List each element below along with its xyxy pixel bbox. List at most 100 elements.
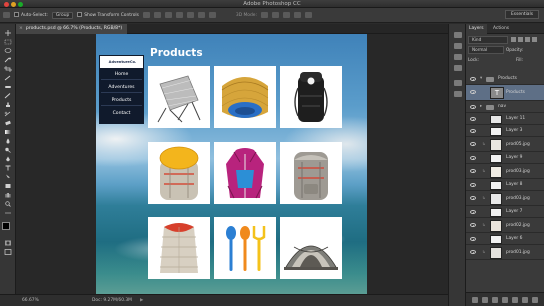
show-transform-checkbox[interactable] bbox=[77, 12, 83, 17]
layer-row[interactable]: Layer 8 bbox=[466, 180, 544, 191]
delete-layer-icon[interactable] bbox=[532, 297, 538, 303]
layer-row[interactable]: ↳ prod01.jpg bbox=[466, 246, 544, 260]
eraser-tool-icon[interactable] bbox=[4, 120, 12, 126]
align-left-icon[interactable] bbox=[175, 12, 183, 18]
layer-filter-icons[interactable] bbox=[510, 36, 542, 44]
visibility-eye-icon[interactable] bbox=[470, 196, 476, 200]
quick-mask-icon[interactable] bbox=[4, 240, 12, 246]
blur-tool-icon[interactable] bbox=[4, 138, 12, 144]
layer-row[interactable]: Layer 6 bbox=[466, 234, 544, 245]
visibility-eye-icon[interactable] bbox=[470, 223, 476, 227]
filter-type-icon[interactable] bbox=[525, 37, 530, 42]
layer-row[interactable]: Layer 11 bbox=[466, 114, 544, 125]
gradient-tool-icon[interactable] bbox=[4, 129, 12, 135]
align-center-icon[interactable] bbox=[186, 12, 194, 18]
blend-mode-select[interactable]: Normal bbox=[468, 46, 504, 54]
3d-slide-icon[interactable] bbox=[293, 12, 301, 18]
new-group-icon[interactable] bbox=[512, 297, 518, 303]
visibility-eye-icon[interactable] bbox=[470, 156, 476, 160]
close-tab-icon[interactable]: × bbox=[19, 26, 23, 31]
crop-tool-icon[interactable] bbox=[4, 66, 12, 72]
type-tool-icon[interactable] bbox=[4, 165, 12, 171]
visibility-eye-icon[interactable] bbox=[470, 250, 476, 254]
dodge-tool-icon[interactable] bbox=[4, 147, 12, 153]
history-brush-tool-icon[interactable] bbox=[4, 111, 12, 117]
tab-actions[interactable]: Actions bbox=[490, 24, 512, 34]
layer-row[interactable]: ↳ prod03.jpg bbox=[466, 192, 544, 206]
edit-toolbar-icon[interactable] bbox=[4, 210, 12, 216]
new-layer-icon[interactable] bbox=[522, 297, 528, 303]
paragraph-panel-icon[interactable] bbox=[454, 65, 462, 71]
align-bottom-icon[interactable] bbox=[164, 12, 172, 18]
filter-pixel-icon[interactable] bbox=[511, 37, 516, 42]
filter-adjustment-icon[interactable] bbox=[518, 37, 523, 42]
history-panel-icon[interactable] bbox=[454, 32, 462, 38]
visibility-eye-icon[interactable] bbox=[470, 105, 476, 109]
layer-style-icon[interactable] bbox=[482, 297, 488, 303]
zoom-tool-icon[interactable] bbox=[4, 201, 12, 207]
layer-row[interactable]: ↳ prod02.jpg bbox=[466, 219, 544, 233]
layer-row[interactable]: Layer 9 bbox=[466, 153, 544, 164]
clone-stamp-tool-icon[interactable] bbox=[4, 102, 12, 108]
layer-row[interactable]: Layer 7 bbox=[466, 207, 544, 218]
document-tab[interactable]: × products.psd @ 66.7% (Products, RGB/8*) bbox=[16, 24, 128, 34]
styles-panel-icon[interactable] bbox=[454, 91, 462, 97]
rectangle-tool-icon[interactable] bbox=[4, 183, 12, 189]
document-canvas[interactable]: AdventureCo. Home Adventures Products Co… bbox=[96, 34, 367, 294]
lasso-tool-icon[interactable] bbox=[4, 48, 12, 54]
properties-panel-icon[interactable] bbox=[454, 43, 462, 49]
layer-filter-kind[interactable]: Kind bbox=[468, 36, 508, 44]
quick-select-tool-icon[interactable] bbox=[4, 57, 12, 63]
visibility-eye-icon[interactable] bbox=[470, 210, 476, 214]
eyedropper-tool-icon[interactable] bbox=[4, 75, 12, 81]
auto-select-option[interactable]: Auto-Select: bbox=[14, 12, 48, 18]
visibility-eye-icon[interactable] bbox=[470, 169, 476, 173]
distribute-icon[interactable] bbox=[208, 12, 216, 18]
disclosure-triangle-icon[interactable]: ▸ bbox=[480, 104, 482, 109]
character-panel-icon[interactable] bbox=[454, 54, 462, 60]
layer-row[interactable]: Layer 3 bbox=[466, 126, 544, 137]
show-transform-option[interactable]: Show Transform Controls bbox=[77, 12, 139, 18]
healing-brush-tool-icon[interactable] bbox=[4, 84, 12, 90]
layer-row[interactable]: ▸ nav bbox=[466, 102, 544, 113]
align-middle-icon[interactable] bbox=[153, 12, 161, 18]
align-top-icon[interactable] bbox=[142, 12, 150, 18]
hand-tool-icon[interactable] bbox=[4, 192, 12, 198]
3d-roll-icon[interactable] bbox=[271, 12, 279, 18]
visibility-eye-icon[interactable] bbox=[470, 237, 476, 241]
align-right-icon[interactable] bbox=[197, 12, 205, 18]
visibility-eye-icon[interactable] bbox=[470, 117, 476, 121]
move-tool-icon[interactable] bbox=[4, 30, 12, 36]
layer-row[interactable]: ▾ Products bbox=[466, 74, 544, 85]
link-layers-icon[interactable] bbox=[472, 297, 478, 303]
move-tool-preset-icon[interactable] bbox=[3, 12, 10, 18]
visibility-eye-icon[interactable] bbox=[470, 183, 476, 187]
layer-row-selected[interactable]: T Products bbox=[466, 85, 544, 101]
visibility-eye-icon[interactable] bbox=[470, 142, 476, 146]
marquee-tool-icon[interactable] bbox=[4, 39, 12, 45]
zoom-level[interactable]: 66.67% bbox=[22, 298, 39, 303]
visibility-eye-icon[interactable] bbox=[470, 129, 476, 133]
3d-pan-icon[interactable] bbox=[282, 12, 290, 18]
nav-item-adventures[interactable]: Adventures bbox=[101, 82, 142, 93]
visibility-eye-icon[interactable] bbox=[470, 77, 476, 81]
filter-shape-icon[interactable] bbox=[532, 37, 537, 42]
nav-item-home[interactable]: Home bbox=[101, 69, 142, 80]
layer-row[interactable]: ↳ prod05.jpg bbox=[466, 138, 544, 152]
canvas-workspace[interactable]: AdventureCo. Home Adventures Products Co… bbox=[16, 34, 448, 294]
screen-mode-icon[interactable] bbox=[4, 249, 12, 255]
3d-scale-icon[interactable] bbox=[304, 12, 312, 18]
swatches-panel-icon[interactable] bbox=[454, 80, 462, 86]
path-selection-tool-icon[interactable] bbox=[4, 174, 12, 180]
layer-row[interactable]: ↳ prod03.jpg bbox=[466, 165, 544, 179]
brush-tool-icon[interactable] bbox=[4, 93, 12, 99]
adjustment-layer-icon[interactable] bbox=[502, 297, 508, 303]
foreground-color-swatch[interactable] bbox=[2, 222, 10, 230]
status-menu-icon[interactable]: ▶ bbox=[140, 298, 143, 303]
disclosure-triangle-icon[interactable]: ▾ bbox=[480, 76, 482, 81]
nav-item-contact[interactable]: Contact bbox=[101, 108, 142, 119]
visibility-eye-icon[interactable] bbox=[470, 90, 476, 94]
auto-select-dropdown[interactable]: Group bbox=[51, 11, 74, 19]
pen-tool-icon[interactable] bbox=[4, 156, 12, 162]
add-mask-icon[interactable] bbox=[492, 297, 498, 303]
